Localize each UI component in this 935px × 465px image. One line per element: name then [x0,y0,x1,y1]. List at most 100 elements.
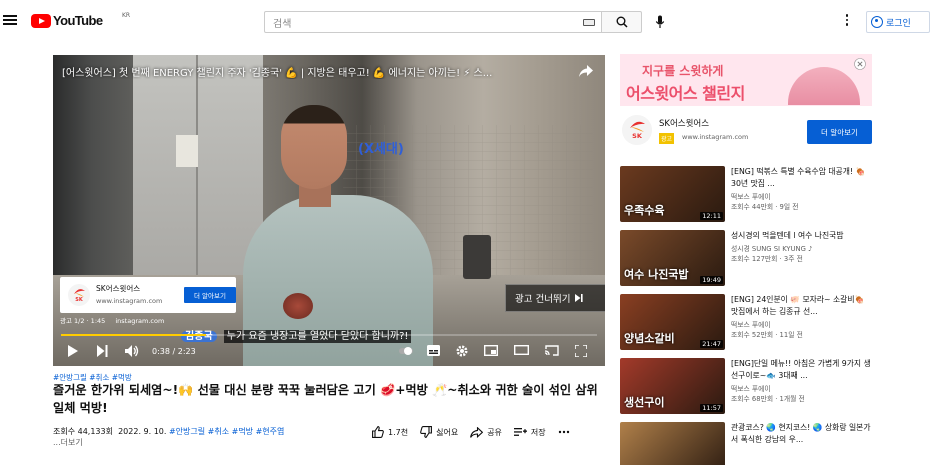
search-button[interactable] [602,11,642,33]
ad-card-name: SK어스윗어스 [96,284,141,293]
related-video-views: 조회수 52만회 · 11일 전 [731,331,803,339]
youtube-watch-page: YouTube KR 로그인 [0,0,935,465]
volume-icon[interactable] [125,345,139,357]
region-code: KR [122,12,131,19]
add-to-playlist-icon [513,428,527,436]
video-duration: 21:47 [700,340,723,348]
dislike-label: 싫어요 [436,427,459,437]
banner-illustration [788,67,860,105]
show-more-link[interactable]: ...더보기 [53,437,83,448]
ad-overlay-card[interactable]: SK SK어스윗어스 www.instagram.com 더 알아보기 [60,277,236,313]
video-thumbnail[interactable]: 생선구이 11:57 [620,358,725,414]
advertiser-url: www.instagram.com [682,133,749,141]
related-video-item[interactable]: 우족수육 12:11 [ENG] 떡볶스 특별 수육수암 대공개! 🍖 30년 맛집… [620,166,872,230]
video-thumbnail[interactable]: 여수 나진국밥 19:49 [620,230,725,286]
video-player[interactable]: [어스윗어스] 첫 번째 ENERGY 챌린지 주자 '김종국' 💪 | 지방은… [53,55,605,366]
ad-card-learn-more-button[interactable]: 더 알아보기 [184,287,236,303]
related-video-item[interactable]: 여수 나진국밥 19:49 성시경의 먹을텐데 l 여수 나진국밥 성시경 SUNG … [620,230,872,294]
search-icon [616,16,628,28]
related-video-title[interactable]: 관광코스? 🌏 현지코스! 🌏 상화랑 일본가서 폭식한 강남의 우... [731,422,871,446]
skip-ad-button[interactable]: 광고 건너뛰기 [505,284,605,312]
sk-logo-icon: SK [68,284,90,306]
next-video-icon[interactable] [97,345,108,357]
more-actions-button[interactable] [558,430,570,434]
related-video-title[interactable]: [ENG] 떡볶스 특별 수육수암 대공개! 🍖 30년 맛집 ... [731,166,871,190]
related-video-item[interactable]: 양념소갈비 21:47 [ENG] 24인분이 🐖 모자라~ 소갈비🍖 맛집에서 하… [620,294,872,358]
settings-gear-icon[interactable] [456,345,468,357]
ad-card-url: www.instagram.com [96,297,163,305]
related-video-channel[interactable]: 떡보스 푸에이 [731,383,871,393]
related-video-channel[interactable]: 성시경 SUNG SI KYUNG ♪ [731,243,871,253]
related-video-views: 조회수 127만회 · 3주 전 [731,255,803,263]
video-duration: 19:49 [700,276,723,284]
video-duration: 12:11 [700,212,723,220]
user-icon [871,16,883,28]
microphone-icon [655,15,665,28]
video-thumbnail[interactable]: 양념소갈비 21:47 [620,294,725,350]
skip-next-icon [575,294,584,302]
masthead: YouTube KR 로그인 [0,0,935,44]
video-thumbnail[interactable]: 우족수육 12:11 [620,166,725,222]
search-box [264,11,602,35]
thumbs-down-icon [420,426,433,438]
sidebar-learn-more-button[interactable]: 더 알아보기 [807,120,872,144]
related-video-channel[interactable]: 떡보스 푸에이 [731,319,871,329]
related-video-info: 성시경의 먹을텐데 l 여수 나진국밥 성시경 SUNG SI KYUNG ♪ 조회… [731,230,871,263]
search-input[interactable] [265,14,565,35]
sidebar-ad-info[interactable]: SK SK어스윗어스 광고 www.instagram.com 더 알아보기 [620,111,872,151]
cast-icon[interactable] [545,345,559,356]
meta-hashtags[interactable]: #안방그릴 #취소 #먹방 #현주엽 [169,427,284,436]
dislike-button[interactable]: 싫어요 [420,426,458,438]
ad-info-url[interactable]: instagram.com [115,317,164,325]
related-video-info: 관광코스? 🌏 현지코스! 🌏 상화랑 일본가서 폭식한 강남의 우... [731,422,871,447]
related-video-title[interactable]: [ENG]단일 메뉴!! 아침은 가볍게 9가지 생선구이로~🐟 3대째 ... [731,358,871,382]
share-icon[interactable] [579,65,593,77]
video-thumbnail[interactable] [620,422,725,465]
progress-fill [61,334,206,336]
related-video-title[interactable]: [ENG] 24인분이 🐖 모자라~ 소갈비🍖 맛집에서 하는 김종규 선... [731,294,871,318]
fridge-note [176,135,198,167]
apple [283,293,313,319]
settings-more-icon[interactable] [839,12,855,32]
youtube-play-icon [31,14,51,28]
related-video-title[interactable]: 성시경의 먹을텐데 l 여수 나진국밥 [731,230,871,242]
player-title[interactable]: [어스윗어스] 첫 번째 ENERGY 챌린지 주자 '김종국' 💪 | 지방은… [62,64,562,79]
play-icon[interactable] [68,345,78,357]
like-count: 1.7천 [388,427,409,437]
related-video-info: [ENG]단일 메뉴!! 아침은 가볍게 9가지 생선구이로~🐟 3대째 ...… [731,358,871,403]
related-video-item[interactable]: 생선구이 11:57 [ENG]단일 메뉴!! 아침은 가볍게 9가지 생선구이로~… [620,358,872,422]
related-video-info: [ENG] 24인분이 🐖 모자라~ 소갈비🍖 맛집에서 하는 김종규 선...… [731,294,871,339]
skip-ad-label: 광고 건너뛰기 [515,294,571,305]
video-title: 즐거운 한가위 되세염~!🙌 선물 대신 분량 꾹꾹 눌러담은 고기 🥩+먹방 … [53,383,598,415]
related-videos: 우족수육 12:11 [ENG] 떡볶스 특별 수육수암 대공개! 🍖 30년 맛집… [620,166,872,465]
voice-search-button[interactable] [649,11,671,33]
thumbs-up-icon [372,426,384,438]
subtitles-icon[interactable] [427,345,440,356]
theater-mode-icon[interactable] [514,345,529,355]
save-button[interactable]: 저장 [513,427,546,438]
sidebar-ad-banner[interactable]: 지구를 스윗하게 어스윗어스 챌린지 [620,54,872,106]
autoplay-toggle-icon[interactable] [399,345,413,357]
banner-headline: 지구를 스윗하게 [642,64,724,78]
progress-bar[interactable] [61,334,597,336]
ad-badge: 광고 [659,133,675,144]
person-head [281,105,347,189]
thumbnail-text: 양념소갈비 [624,332,675,345]
advertiser-name: SK어스윗어스 [659,119,710,129]
ad-close-icon[interactable] [854,58,866,70]
signin-button[interactable]: 로그인 [866,11,930,33]
svg-text:SK: SK [75,297,84,303]
player-controls: 0:38 / 2:23 [53,340,605,366]
video-actions: 1.7천 싫어요 공유 저장 [372,423,582,441]
fullscreen-icon[interactable] [575,345,587,357]
related-video-channel[interactable]: 떡보스 푸에이 [731,191,871,201]
more-horizontal-icon [558,430,569,434]
thumbnail-text: 생선구이 [624,396,665,409]
hamburger-menu-icon[interactable] [3,13,17,27]
keyboard-icon[interactable] [583,19,595,26]
miniplayer-icon[interactable] [484,345,498,356]
ad-counter: 광고 1/2 · 1:45 [60,317,106,325]
related-video-item[interactable]: 관광코스? 🌏 현지코스! 🌏 상화랑 일본가서 폭식한 강남의 우... [620,422,872,465]
share-button[interactable]: 공유 [470,426,502,438]
like-button[interactable]: 1.7천 [372,426,408,438]
